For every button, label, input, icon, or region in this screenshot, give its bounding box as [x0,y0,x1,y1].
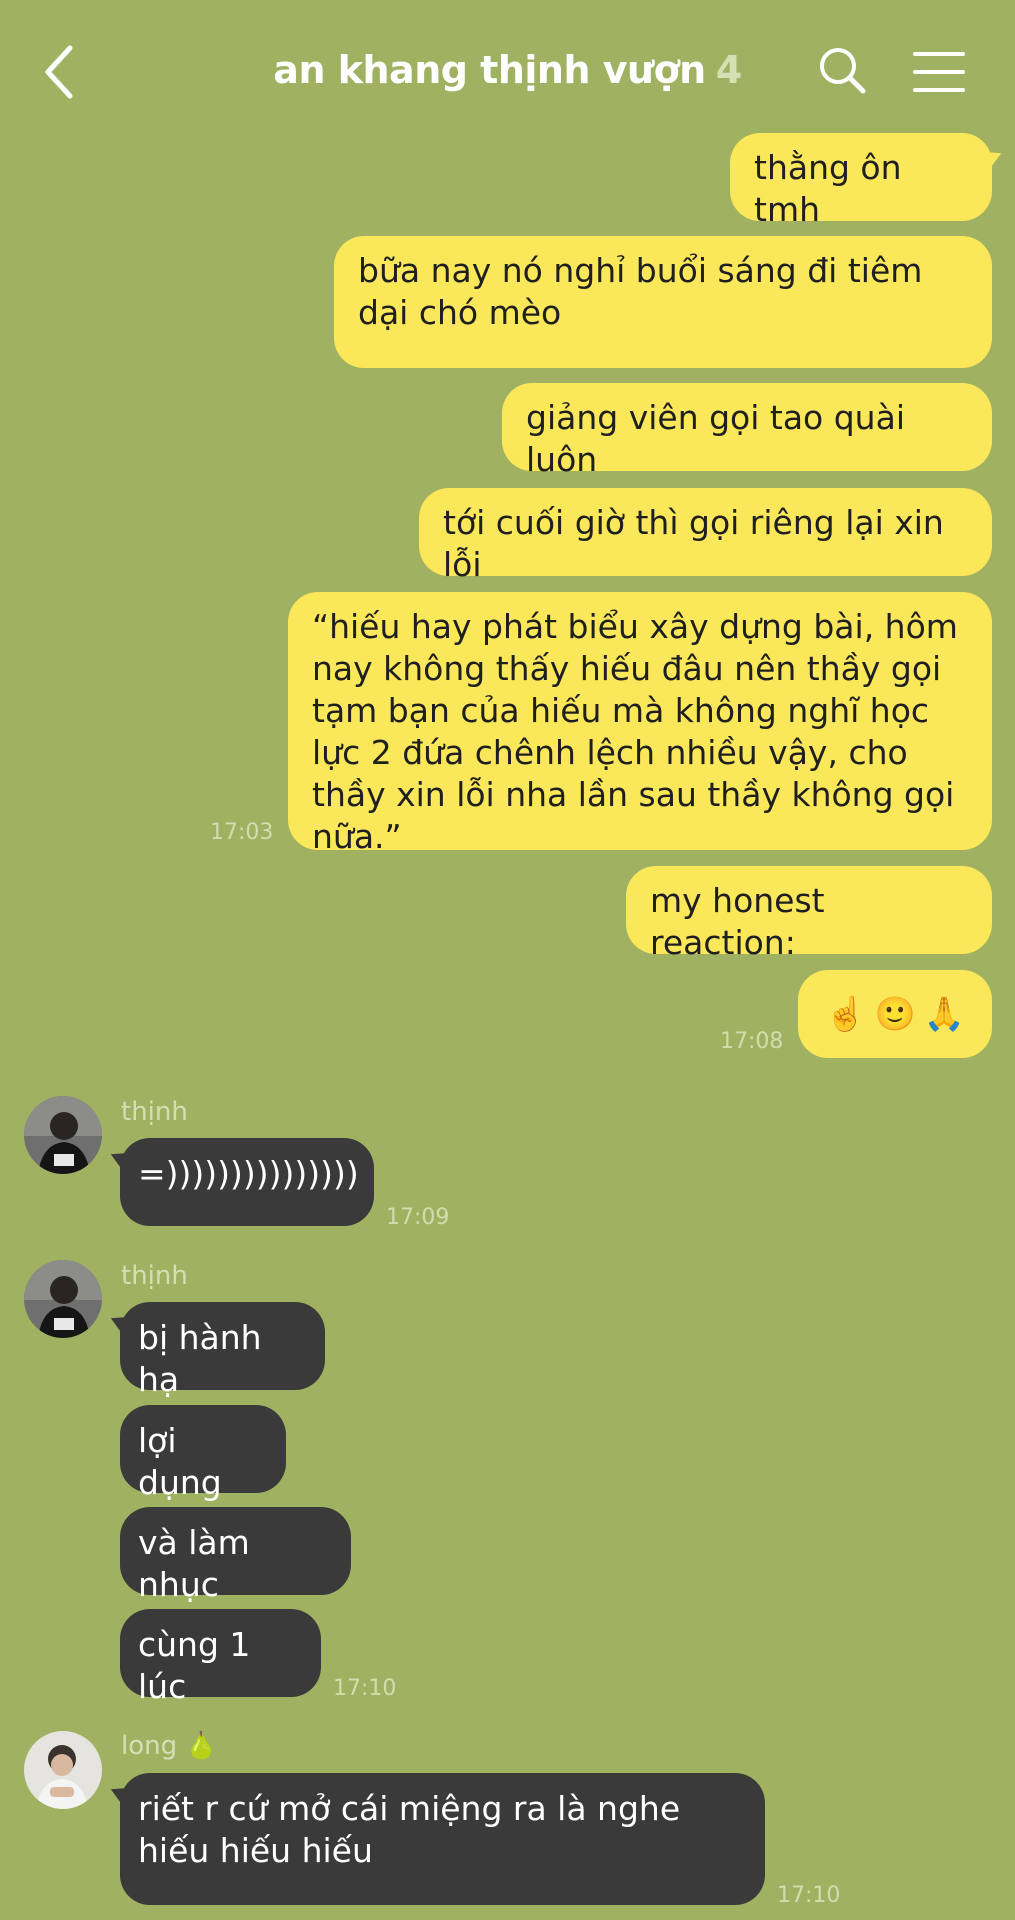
sender-name: long 🍐 [121,1731,218,1761]
avatar[interactable] [24,1731,102,1809]
message-time: 17:08 [720,1029,784,1054]
sender-name-text: long [121,1731,178,1761]
message-time: 17:03 [210,820,274,845]
incoming-message[interactable]: =))))))))))))))) [120,1138,374,1226]
message-time: 17:09 [386,1205,450,1230]
hamburger-menu-icon[interactable] [913,50,965,94]
incoming-message[interactable]: bị hành hạ [120,1302,325,1399]
avatar[interactable] [24,1260,102,1338]
pointing-up-emoji: ☝️ [825,994,867,1033]
message-time: 17:10 [777,1883,841,1908]
incoming-message[interactable]: cùng 1 lúc [120,1609,321,1706]
incoming-message[interactable]: và làm nhục [120,1507,351,1604]
avatar[interactable] [24,1096,102,1174]
pear-emoji: 🍐 [185,1731,218,1761]
outgoing-message[interactable]: bữa nay nó nghỉ buổi sáng đi tiêm dại ch… [334,236,992,368]
chat-header: an khang thịnh vượn 4 [0,0,1015,130]
member-count: 4 [715,48,742,92]
incoming-message[interactable]: riết r cứ mở cái miệng ra là nghe hiếu h… [120,1773,765,1905]
outgoing-message[interactable]: “hiếu hay phát biểu xây dựng bài, hôm na… [288,592,992,856]
outgoing-message[interactable]: thằng ôn tmh [730,133,992,229]
outgoing-message[interactable]: my honest reaction: [626,866,992,962]
hand-emoji: 🙏 [923,994,965,1033]
search-icon[interactable] [818,46,868,96]
chat-name: an khang thịnh vượn [273,48,706,92]
slight-smile-emoji: 🙂 [874,994,916,1033]
message-time: 17:10 [333,1676,397,1701]
outgoing-message[interactable]: tới cuối giờ thì gọi riêng lại xin lỗi [419,488,992,584]
sender-name: thịnh [121,1097,188,1127]
outgoing-message[interactable]: giảng viên gọi tao quài luôn [502,383,992,479]
sender-name: thịnh [121,1261,188,1291]
outgoing-emoji-message[interactable]: ☝️ 🙂 🙏 [798,970,992,1058]
incoming-message[interactable]: lợi dụng [120,1405,286,1502]
